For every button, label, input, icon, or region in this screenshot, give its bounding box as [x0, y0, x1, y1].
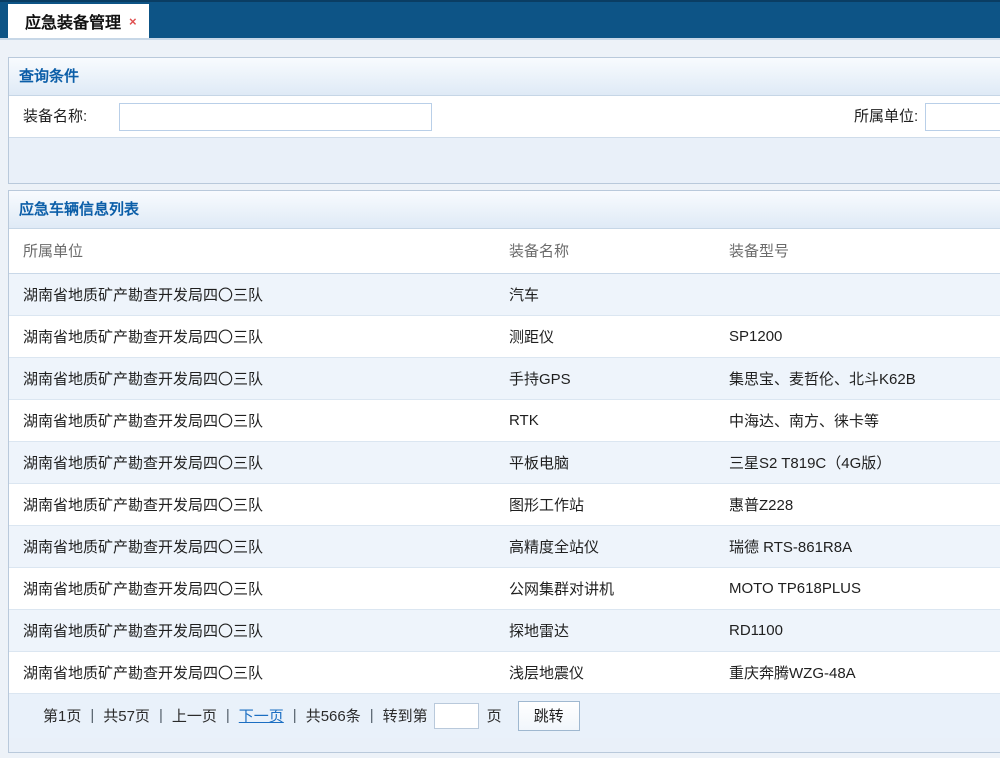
table-row: 湖南省地质矿产勘查开发局四〇三队 浅层地震仪 重庆奔腾WZG-48A — [9, 651, 1000, 693]
cell-unit: 湖南省地质矿产勘查开发局四〇三队 — [9, 357, 495, 399]
cell-name: 浅层地震仪 — [495, 651, 715, 693]
owning-unit-label: 所属单位: — [854, 96, 918, 138]
table-row: 湖南省地质矿产勘查开发局四〇三队 平板电脑 三星S2 T819C（4G版） — [9, 441, 1000, 483]
equipment-name-input[interactable] — [119, 103, 432, 131]
cell-model: 瑞德 RTS-861R8A — [715, 525, 1000, 567]
cell-model: 重庆奔腾WZG-48A — [715, 651, 1000, 693]
separator: | — [293, 707, 297, 724]
separator: | — [159, 707, 163, 724]
table-row: 湖南省地质矿产勘查开发局四〇三队 汽车 — [9, 273, 1000, 315]
cell-name: RTK — [495, 399, 715, 441]
cell-unit: 湖南省地质矿产勘查开发局四〇三队 — [9, 315, 495, 357]
cell-model: 惠普Z228 — [715, 483, 1000, 525]
next-page-link[interactable]: 下一页 — [239, 705, 284, 726]
current-page-label: 第1页 — [43, 705, 81, 726]
jump-button[interactable]: 跳转 — [518, 701, 580, 731]
tab-title: 应急装备管理 — [25, 9, 121, 33]
query-panel-header: 查询条件 — [9, 58, 1000, 96]
total-records-label: 共566条 — [306, 705, 361, 726]
separator: | — [226, 707, 230, 724]
close-icon[interactable]: × — [129, 15, 137, 28]
query-field-row: 装备名称: 所属单位: — [9, 96, 1000, 138]
cell-model: 中海达、南方、徕卡等 — [715, 399, 1000, 441]
cell-model: 集思宝、麦哲伦、北斗K62B — [715, 357, 1000, 399]
owning-unit-input[interactable] — [925, 103, 1000, 131]
query-panel-filler — [9, 138, 1000, 183]
cell-unit: 湖南省地质矿产勘查开发局四〇三队 — [9, 483, 495, 525]
total-pages-label: 共57页 — [103, 705, 150, 726]
cell-unit: 湖南省地质矿产勘查开发局四〇三队 — [9, 525, 495, 567]
table-row: 湖南省地质矿产勘查开发局四〇三队 RTK 中海达、南方、徕卡等 — [9, 399, 1000, 441]
equipment-name-label: 装备名称: — [23, 96, 87, 138]
cell-name: 测距仪 — [495, 315, 715, 357]
cell-unit: 湖南省地质矿产勘查开发局四〇三队 — [9, 609, 495, 651]
cell-unit: 湖南省地质矿产勘查开发局四〇三队 — [9, 441, 495, 483]
list-panel: 应急车辆信息列表 所属单位 装备名称 装备型号 湖南省地质矿产勘查开发局四〇三队… — [8, 190, 1000, 753]
cell-model — [715, 273, 1000, 315]
cell-name: 汽车 — [495, 273, 715, 315]
cell-unit: 湖南省地质矿产勘查开发局四〇三队 — [9, 273, 495, 315]
cell-name: 平板电脑 — [495, 441, 715, 483]
table-row: 湖南省地质矿产勘查开发局四〇三队 高精度全站仪 瑞德 RTS-861R8A — [9, 525, 1000, 567]
query-panel-title: 查询条件 — [19, 68, 79, 85]
column-header-model: 装备型号 — [715, 229, 1000, 273]
separator: | — [370, 707, 374, 724]
cell-name: 图形工作站 — [495, 483, 715, 525]
table-row: 湖南省地质矿产勘查开发局四〇三队 探地雷达 RD1100 — [9, 609, 1000, 651]
table-row: 湖南省地质矿产勘查开发局四〇三队 公网集群对讲机 MOTO TP618PLUS — [9, 567, 1000, 609]
table-header-row: 所属单位 装备名称 装备型号 — [9, 229, 1000, 273]
cell-name: 探地雷达 — [495, 609, 715, 651]
cell-model: 三星S2 T819C（4G版） — [715, 441, 1000, 483]
table-row: 湖南省地质矿产勘查开发局四〇三队 测距仪 SP1200 — [9, 315, 1000, 357]
tab-bar: 应急装备管理 × — [0, 0, 1000, 40]
query-panel: 查询条件 装备名称: 所属单位: — [8, 57, 1000, 184]
separator: | — [90, 707, 94, 724]
cell-name: 公网集群对讲机 — [495, 567, 715, 609]
list-panel-title: 应急车辆信息列表 — [19, 201, 139, 218]
column-header-unit: 所属单位 — [9, 229, 495, 273]
cell-name: 高精度全站仪 — [495, 525, 715, 567]
cell-name: 手持GPS — [495, 357, 715, 399]
goto-page-input[interactable] — [434, 703, 479, 729]
cell-model: SP1200 — [715, 315, 1000, 357]
goto-page-prefix: 转到第 — [383, 705, 428, 726]
table-row: 湖南省地质矿产勘查开发局四〇三队 图形工作站 惠普Z228 — [9, 483, 1000, 525]
cell-unit: 湖南省地质矿产勘查开发局四〇三队 — [9, 651, 495, 693]
cell-unit: 湖南省地质矿产勘查开发局四〇三队 — [9, 399, 495, 441]
equipment-table: 所属单位 装备名称 装备型号 湖南省地质矿产勘查开发局四〇三队 汽车 湖南省地质… — [9, 229, 1000, 694]
tab-emergency-equipment[interactable]: 应急装备管理 × — [8, 4, 149, 38]
prev-page-link[interactable]: 上一页 — [172, 705, 217, 726]
cell-model: MOTO TP618PLUS — [715, 567, 1000, 609]
column-header-name: 装备名称 — [495, 229, 715, 273]
cell-unit: 湖南省地质矿产勘查开发局四〇三队 — [9, 567, 495, 609]
table-row: 湖南省地质矿产勘查开发局四〇三队 手持GPS 集思宝、麦哲伦、北斗K62B — [9, 357, 1000, 399]
pagination-bar: 第1页 | 共57页 | 上一页 | 下一页 | 共566条 | 转到第 页 跳… — [9, 694, 1000, 738]
list-panel-header: 应急车辆信息列表 — [9, 191, 1000, 229]
goto-page-suffix: 页 — [487, 705, 502, 726]
cell-model: RD1100 — [715, 609, 1000, 651]
